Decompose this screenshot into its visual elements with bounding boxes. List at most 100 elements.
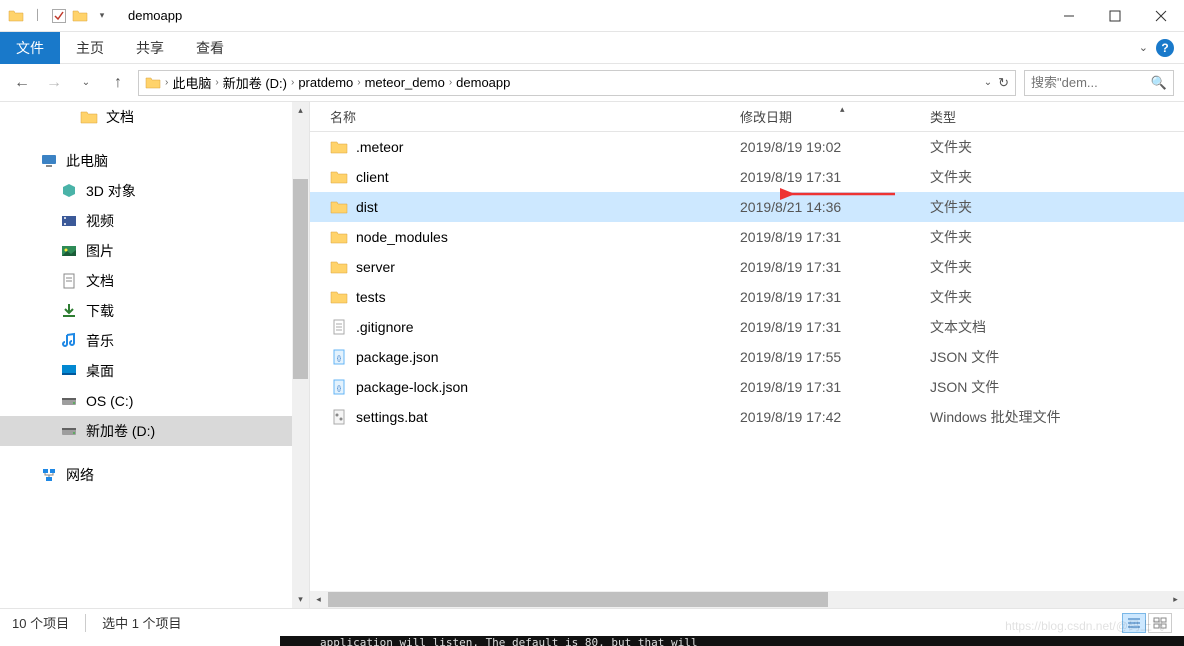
tab-home[interactable]: 主页 [60, 32, 120, 64]
maximize-button[interactable] [1092, 0, 1138, 32]
address-bar[interactable]: › 此电脑 › 新加卷 (D:) › pratdemo › meteor_dem… [138, 70, 1016, 96]
tab-file[interactable]: 文件 [0, 32, 60, 64]
search-input[interactable] [1031, 75, 1151, 90]
sidebar-item[interactable]: 视频 [0, 206, 309, 236]
address-dropdown-icon[interactable]: ⌄ [984, 77, 992, 88]
breadcrumb[interactable]: 此电脑 [172, 73, 211, 92]
sidebar-item-label: OS (C:) [86, 393, 133, 409]
sidebar-item-label: 音乐 [86, 331, 114, 351]
file-name: tests [356, 289, 386, 305]
back-button[interactable]: ← [10, 71, 34, 95]
content-scrollbar-h[interactable]: ◂ ▸ [310, 591, 1184, 608]
sort-indicator-icon: ▴ [840, 104, 845, 115]
sidebar-item[interactable]: 下载 [0, 296, 309, 326]
qat-separator: │ [30, 8, 46, 24]
breadcrumb[interactable]: 新加卷 (D:) [223, 73, 287, 92]
column-name[interactable]: 名称 [310, 107, 740, 126]
file-name: settings.bat [356, 409, 428, 425]
view-details-button[interactable] [1122, 613, 1146, 633]
sidebar-item[interactable]: 新加卷 (D:) [0, 416, 309, 446]
search-box[interactable]: 🔍 [1024, 70, 1174, 96]
qat-dropdown-icon[interactable]: ▾ [94, 8, 110, 24]
column-headers: ▴ 名称 修改日期 类型 [310, 102, 1184, 132]
text-icon [330, 318, 348, 336]
file-date: 2019/8/19 17:31 [740, 319, 930, 335]
sidebar-item[interactable]: 文档 [0, 102, 309, 132]
scroll-down-icon[interactable]: ▾ [292, 591, 309, 608]
chevron-right-icon[interactable]: › [291, 77, 294, 88]
folder-icon [330, 198, 348, 216]
sidebar-item-label: 文档 [106, 107, 134, 127]
file-row[interactable]: settings.bat2019/8/19 17:42Windows 批处理文件 [310, 402, 1184, 432]
breadcrumb[interactable]: meteor_demo [365, 75, 445, 90]
chevron-right-icon[interactable]: › [165, 77, 168, 88]
scroll-left-icon[interactable]: ◂ [310, 591, 327, 608]
checkmark-icon[interactable] [52, 9, 66, 23]
file-row[interactable]: server2019/8/19 17:31文件夹 [310, 252, 1184, 282]
file-row[interactable]: dist 2019/8/21 14:36文件夹 [310, 192, 1184, 222]
window-title: demoapp [128, 8, 182, 23]
file-row[interactable]: {}package-lock.json2019/8/19 17:31JSON 文… [310, 372, 1184, 402]
column-date[interactable]: 修改日期 [740, 107, 930, 126]
recent-dropdown-icon[interactable]: ⌄ [74, 71, 98, 95]
scroll-up-icon[interactable]: ▴ [292, 102, 309, 119]
tab-view[interactable]: 查看 [180, 32, 240, 64]
sidebar-item-label: 此电脑 [66, 151, 108, 171]
network-icon [40, 466, 58, 484]
file-row[interactable]: {}package.json2019/8/19 17:55JSON 文件 [310, 342, 1184, 372]
file-type: 文件夹 [930, 257, 1184, 277]
file-name: dist [356, 199, 378, 215]
sidebar-item[interactable]: 此电脑 [0, 146, 309, 176]
scroll-thumb[interactable] [293, 179, 308, 379]
file-row[interactable]: .meteor2019/8/19 19:02文件夹 [310, 132, 1184, 162]
file-name: package-lock.json [356, 379, 468, 395]
folder-small-icon[interactable] [72, 8, 88, 24]
file-row[interactable]: tests2019/8/19 17:31文件夹 [310, 282, 1184, 312]
sidebar-scrollbar[interactable]: ▴ ▾ [292, 102, 309, 608]
file-date: 2019/8/19 19:02 [740, 139, 930, 155]
file-row[interactable]: node_modules2019/8/19 17:31文件夹 [310, 222, 1184, 252]
video-icon [60, 212, 78, 230]
column-type[interactable]: 类型 [930, 107, 1184, 126]
titlebar: │ ▾ demoapp [0, 0, 1184, 32]
sidebar-item-label: 文档 [86, 271, 114, 291]
tab-share[interactable]: 共享 [120, 32, 180, 64]
sidebar-item[interactable]: 网络 [0, 460, 309, 490]
folder-icon [145, 75, 161, 91]
sidebar-item[interactable]: 图片 [0, 236, 309, 266]
folder-icon [330, 258, 348, 276]
refresh-icon[interactable]: ↻ [998, 75, 1009, 91]
file-row[interactable]: .gitignore2019/8/19 17:31文本文档 [310, 312, 1184, 342]
up-button[interactable]: ↑ [106, 71, 130, 95]
minimize-button[interactable] [1046, 0, 1092, 32]
forward-button[interactable]: → [42, 71, 66, 95]
folder-icon [330, 288, 348, 306]
folder-icon [330, 228, 348, 246]
scroll-right-icon[interactable]: ▸ [1167, 591, 1184, 608]
sidebar-item-label: 下载 [86, 301, 114, 321]
search-icon[interactable]: 🔍 [1151, 75, 1167, 91]
sidebar-item[interactable]: 桌面 [0, 356, 309, 386]
sidebar-item[interactable]: 3D 对象 [0, 176, 309, 206]
file-date: 2019/8/19 17:31 [740, 289, 930, 305]
breadcrumb[interactable]: pratdemo [298, 75, 353, 90]
file-type: 文件夹 [930, 197, 1184, 217]
view-icons-button[interactable] [1148, 613, 1172, 633]
chevron-right-icon[interactable]: › [215, 77, 218, 88]
terminal-snippet: application will listen. The default is … [280, 636, 1184, 646]
drive-icon [60, 392, 78, 410]
chevron-right-icon[interactable]: › [357, 77, 360, 88]
docs-icon [60, 272, 78, 290]
ribbon-expand-icon[interactable]: ⌄ [1139, 41, 1148, 54]
file-date: 2019/8/21 14:36 [740, 199, 930, 215]
file-type: JSON 文件 [930, 377, 1184, 397]
breadcrumb[interactable]: demoapp [456, 75, 510, 90]
close-button[interactable] [1138, 0, 1184, 32]
help-icon[interactable]: ? [1156, 39, 1174, 57]
file-row[interactable]: client2019/8/19 17:31文件夹 [310, 162, 1184, 192]
sidebar-item[interactable]: 文档 [0, 266, 309, 296]
sidebar-item[interactable]: OS (C:) [0, 386, 309, 416]
chevron-right-icon[interactable]: › [449, 77, 452, 88]
sidebar-item[interactable]: 音乐 [0, 326, 309, 356]
scroll-thumb-h[interactable] [328, 592, 828, 607]
